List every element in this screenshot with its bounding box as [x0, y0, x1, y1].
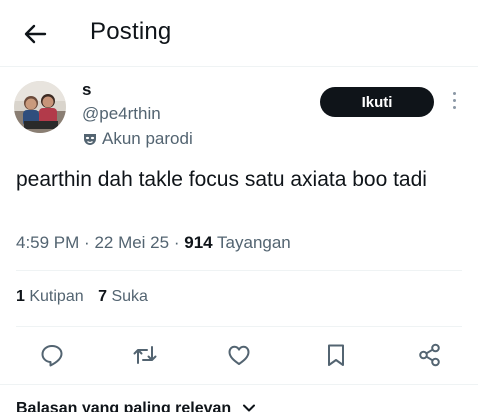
divider — [0, 384, 478, 385]
tweet-meta: 4:59 PM · 22 Mei 25 · 914 Tayangan — [16, 233, 291, 253]
share-icon — [419, 343, 440, 367]
retweet-button[interactable] — [131, 341, 159, 369]
reply-icon — [41, 345, 63, 367]
post-detail-page: Posting s @pe4rthin Akun parodi Ikuti pe… — [0, 0, 478, 412]
views-count: 914 — [184, 233, 213, 252]
chevron-down-icon — [242, 404, 255, 412]
quotes-count: 1 — [16, 288, 25, 305]
header: Posting — [0, 0, 478, 66]
avatar-image — [14, 81, 66, 133]
bookmark-button[interactable] — [322, 341, 350, 369]
arrow-left-icon — [24, 24, 47, 44]
likes-count: 7 — [98, 288, 107, 305]
share-button[interactable] — [416, 341, 444, 369]
engagement-stats: 1 Kutipan 7 Suka — [16, 288, 158, 306]
more-vertical-icon — [448, 92, 460, 109]
author-name[interactable]: s — [82, 80, 91, 100]
meta-separator: · — [84, 233, 95, 252]
reply-button[interactable] — [38, 341, 66, 369]
parody-label: Akun parodi — [102, 129, 193, 148]
likes-label: Suka — [111, 288, 148, 305]
tweet-text: pearthin dah takle focus satu axiata boo… — [16, 168, 427, 191]
quotes-label: Kutipan — [29, 288, 84, 305]
page-title: Posting — [90, 18, 172, 45]
back-button[interactable] — [20, 19, 50, 49]
divider — [16, 270, 462, 271]
like-button[interactable] — [225, 341, 253, 369]
tweet-time[interactable]: 4:59 PM — [16, 233, 79, 252]
reply-sort-dropdown[interactable]: Balasan yang paling relevan — [16, 400, 256, 412]
bookmark-icon — [328, 344, 344, 366]
author-handle[interactable]: @pe4rthin — [82, 104, 161, 124]
views-label: Tayangan — [217, 233, 291, 252]
header-divider — [0, 66, 478, 67]
retweet-icon — [133, 346, 157, 364]
mask-icon — [84, 134, 96, 145]
parody-badge: Akun parodi — [82, 129, 193, 149]
tweet-date[interactable]: 22 Mei 25 — [94, 233, 169, 252]
meta-separator: · — [173, 233, 185, 252]
avatar[interactable] — [14, 81, 66, 133]
divider — [16, 326, 462, 327]
quotes-stat[interactable]: 1 Kutipan — [16, 288, 84, 305]
follow-button[interactable]: Ikuti — [320, 87, 434, 117]
likes-stat[interactable]: 7 Suka — [98, 288, 148, 305]
reply-sort-label: Balasan yang paling relevan — [16, 400, 232, 412]
heart-icon — [228, 345, 250, 365]
more-options-button[interactable] — [448, 92, 460, 112]
